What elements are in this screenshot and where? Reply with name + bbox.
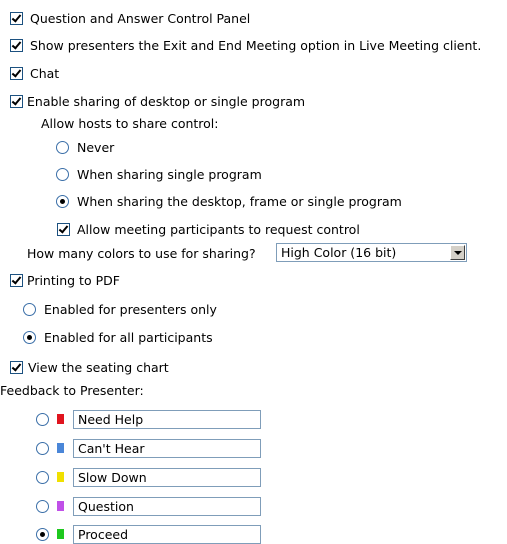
feedback-item[interactable]	[36, 438, 261, 458]
all-participants-radio[interactable]	[23, 330, 36, 344]
feedback-item[interactable]	[36, 496, 261, 516]
colors-row: How many colors to use for sharing?	[27, 243, 256, 263]
request-control-option[interactable]: Allow meeting participants to request co…	[57, 219, 360, 239]
host-control-label: Allow hosts to share control:	[41, 115, 219, 131]
feedback-title-label: Feedback to Presenter:	[0, 382, 144, 398]
pdf-presenters-only[interactable]: Enabled for presenters only	[23, 299, 217, 319]
red-swatch-icon	[57, 414, 64, 424]
host-control-desktop[interactable]: When sharing the desktop, frame or singl…	[56, 191, 402, 211]
colors-label: How many colors to use for sharing?	[27, 245, 256, 261]
host-control-never[interactable]: Never	[56, 137, 114, 157]
feedback-item[interactable]	[36, 467, 261, 487]
pdf-option[interactable]: Printing to PDF	[10, 270, 120, 290]
chevron-down-icon[interactable]	[450, 245, 465, 260]
qa-panel-checkbox[interactable]	[10, 11, 23, 25]
feedback-text-input[interactable]	[73, 467, 261, 487]
exit-end-label: Show presenters the Exit and End Meeting…	[30, 37, 482, 53]
green-swatch-icon	[57, 529, 64, 539]
yellow-swatch-icon	[57, 472, 64, 482]
exit-end-checkbox[interactable]	[10, 38, 23, 52]
request-control-checkbox[interactable]	[57, 222, 70, 236]
single-program-label: When sharing single program	[77, 166, 262, 182]
presenters-only-radio[interactable]	[23, 302, 36, 316]
desktop-radio[interactable]	[56, 194, 69, 208]
seating-label: View the seating chart	[28, 359, 169, 375]
pdf-checkbox[interactable]	[10, 273, 23, 287]
feedback-radio[interactable]	[36, 470, 49, 484]
feedback-title: Feedback to Presenter:	[0, 380, 144, 400]
never-radio[interactable]	[56, 140, 69, 154]
host-control-title: Allow hosts to share control:	[41, 113, 219, 133]
presenters-only-label: Enabled for presenters only	[44, 301, 217, 317]
exit-end-option[interactable]: Show presenters the Exit and End Meeting…	[10, 35, 481, 55]
sharing-option[interactable]: Enable sharing of desktop or single prog…	[10, 91, 305, 111]
blue-swatch-icon	[57, 443, 64, 453]
feedback-radio[interactable]	[36, 527, 49, 541]
all-participants-label: Enabled for all participants	[44, 329, 213, 345]
request-control-label: Allow meeting participants to request co…	[77, 221, 360, 237]
feedback-text-input[interactable]	[73, 438, 261, 458]
chat-label: Chat	[30, 65, 60, 81]
feedback-item[interactable]	[36, 409, 261, 429]
feedback-radio[interactable]	[36, 499, 49, 513]
feedback-text-input[interactable]	[73, 409, 261, 429]
feedback-radio[interactable]	[36, 412, 49, 426]
feedback-text-input[interactable]	[73, 496, 261, 516]
feedback-radio[interactable]	[36, 441, 49, 455]
feedback-item[interactable]	[36, 524, 261, 544]
single-program-radio[interactable]	[56, 167, 69, 181]
qa-panel-label: Question and Answer Control Panel	[30, 10, 251, 26]
purple-swatch-icon	[57, 501, 64, 511]
seating-option[interactable]: View the seating chart	[10, 357, 169, 377]
host-control-single[interactable]: When sharing single program	[56, 164, 262, 184]
chat-option[interactable]: Chat	[10, 63, 59, 83]
qa-panel-option[interactable]: Question and Answer Control Panel	[10, 8, 250, 28]
colors-select[interactable]: High Color (16 bit)	[276, 243, 467, 262]
desktop-label: When sharing the desktop, frame or singl…	[77, 193, 402, 209]
feedback-text-input[interactable]	[73, 524, 261, 544]
chat-checkbox[interactable]	[10, 66, 23, 80]
pdf-label: Printing to PDF	[27, 272, 120, 288]
never-label: Never	[77, 139, 115, 155]
pdf-all-participants[interactable]: Enabled for all participants	[23, 327, 213, 347]
sharing-label: Enable sharing of desktop or single prog…	[27, 93, 306, 109]
colors-selected-value: High Color (16 bit)	[281, 245, 397, 260]
sharing-checkbox[interactable]	[10, 94, 23, 108]
seating-checkbox[interactable]	[10, 360, 23, 374]
